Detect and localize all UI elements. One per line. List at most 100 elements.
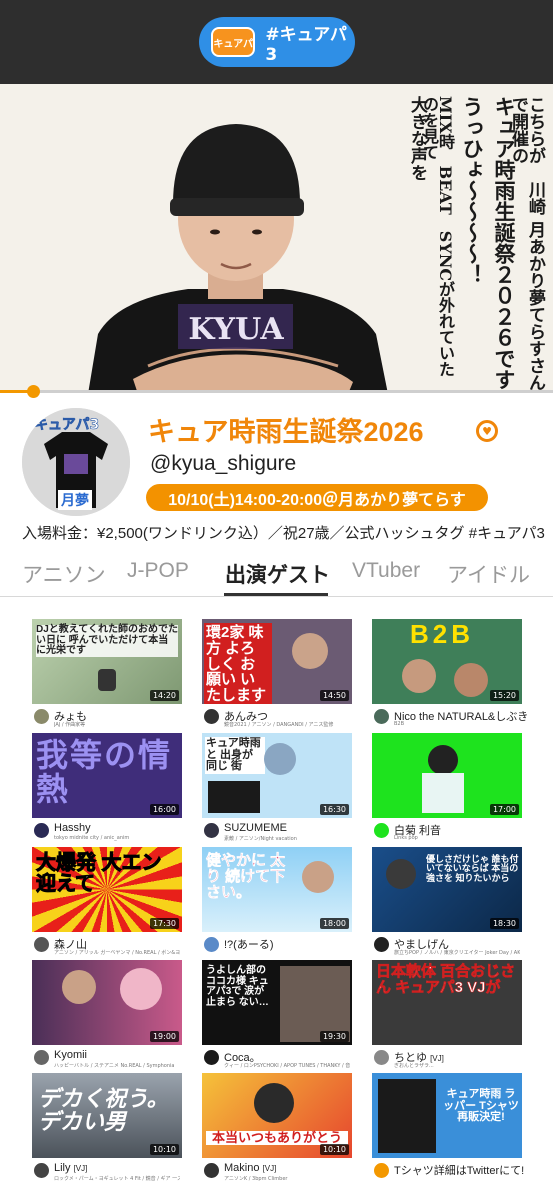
video-card[interactable]: DJと教えてくれた師のおめでたい日に 呼んでいただけて本当に光栄です 14:20… — [32, 619, 182, 730]
video-card[interactable]: 大爆発 大エン 迎えて 17:30 森ノ山 アニソン / アリッル ガーベヤンマ… — [32, 847, 182, 958]
hashtag-label: #キュアパ3 — [265, 24, 347, 65]
datetime-pill: 10/10(土)14:00-20:00＠月あかり夢てらす — [146, 484, 488, 511]
channel-subtitle: ぎおんとラザラ... — [394, 1063, 434, 1069]
channel-avatar[interactable] — [204, 823, 219, 838]
video-meta: みょも JAJ / 作曲家等 — [32, 704, 182, 730]
video-thumbnail[interactable]: 17:00 — [372, 733, 522, 818]
thumbnail-caption: デカく祝う。 デカい男 — [38, 1086, 169, 1135]
channel-name[interactable]: Lily [VJ] — [54, 1162, 87, 1174]
tab-guests[interactable]: 出演ゲスト — [225, 559, 330, 589]
thumbnail-caption: DJと教えてくれた師のおめでたい日に 呼んでいただけて本当に光栄です — [36, 624, 178, 657]
video-card[interactable]: キュア時雨 ラッパー Tシャツ 再販決定! Tシャツ詳細はTwitterにて! — [372, 1073, 524, 1184]
video-thumbnail[interactable]: 19:00 — [32, 960, 182, 1045]
video-duration: 16:00 — [149, 804, 179, 815]
tshirt-icon — [378, 1079, 436, 1153]
video-thumbnail[interactable]: B2B 15:20 — [372, 619, 522, 704]
channel-avatar[interactable] — [34, 823, 49, 838]
channel-name[interactable]: Hasshy — [54, 822, 91, 834]
shirt-print-text: KYUA — [188, 312, 284, 347]
channel-avatar[interactable] — [374, 937, 389, 952]
face — [292, 633, 328, 669]
official-hashtag-link[interactable]: #キュアパ3 — [469, 525, 545, 542]
video-duration: 10:10 — [319, 1144, 349, 1155]
tab-vtuber[interactable]: VTuber — [352, 559, 420, 583]
event-info: 入場料金：¥2,500(ワンドリンク込）／祝27歳／公式ハッシュタグ #キュアパ… — [22, 522, 545, 543]
thumbnail-caption: キュア時雨と 出身が 同じ 街 — [205, 737, 265, 774]
video-duration: 18:00 — [319, 918, 349, 929]
video-thumbnail[interactable]: キュア時雨 ラッパー Tシャツ 再販決定! — [372, 1073, 522, 1158]
thumbnail-caption: うよしん部のココカ様 キュアパ3で 涙が止まら ない… — [206, 965, 269, 1008]
figure — [98, 669, 116, 691]
channel-avatar[interactable] — [374, 823, 389, 838]
channel-avatar[interactable] — [374, 709, 389, 724]
progress-handle[interactable] — [27, 385, 41, 398]
video-meta: 白菊 利音 Links pop — [372, 818, 522, 844]
video-meta: Coca。 クィー / ロンPSYCHOKI / APOP TUNES / TH… — [202, 1045, 352, 1071]
channel-avatar[interactable] — [204, 709, 219, 724]
video-thumbnail[interactable]: 日本軟体 百合おじさん キュアパ3 VJが — [372, 960, 522, 1045]
video-card[interactable]: 環2家 味方 よろしく お願い いたします 14:50 あんみつ 鏡音2021 … — [202, 619, 352, 730]
channel-avatar[interactable] — [34, 1050, 49, 1065]
caption-line-2: キュア時雨生誕祭２０２６です — [492, 96, 517, 390]
tab-anison[interactable]: アニソン — [22, 559, 106, 589]
account-handle[interactable]: @kyua_shigure — [150, 452, 296, 476]
event-title: キュア時雨生誕祭2026 — [148, 417, 424, 447]
video-progress-bar[interactable] — [0, 385, 553, 398]
channel-avatar[interactable] — [374, 1163, 389, 1178]
video-thumbnail[interactable]: うよしん部のココカ様 キュアパ3で 涙が止まら ない… 19:30 — [202, 960, 352, 1045]
channel-name[interactable]: Tシャツ詳細はTwitterにて! — [394, 1162, 524, 1178]
channel-avatar[interactable] — [204, 1163, 219, 1178]
channel-name-text: Tシャツ詳細はTwitterにて! — [394, 1165, 525, 1177]
channel-avatar[interactable] — [204, 1050, 219, 1065]
channel-avatar[interactable] — [34, 1163, 49, 1178]
video-card[interactable]: 優しさだけじゃ 誰も付いてないならば 本当の強さを 知りたいから 18:30 や… — [372, 847, 522, 958]
channel-subtitle: アニソン / アリッル ガーベヤンマ / No.REAL / ボン&ヨセ — [54, 950, 180, 956]
video-thumbnail[interactable]: 大爆発 大エン 迎えて 17:30 — [32, 847, 182, 932]
video-duration: 19:30 — [319, 1031, 349, 1042]
video-meta: !?(あーる) — [202, 932, 352, 958]
video-thumbnail[interactable]: 優しさだけじゃ 誰も付いてないならば 本当の強さを 知りたいから 18:30 — [372, 847, 522, 932]
video-duration: 14:50 — [319, 690, 349, 701]
heart-icon[interactable]: ♥ — [476, 420, 498, 442]
channel-name[interactable]: !?(あーる) — [224, 936, 274, 952]
video-card[interactable]: 本当いつもありがとう 10:10 Makino [VJ] アニソンK / 3bp… — [202, 1073, 352, 1184]
channel-avatar[interactable] — [34, 937, 49, 952]
channel-avatar[interactable] — [34, 709, 49, 724]
thumbnail-caption: 本当いつもありがとう — [206, 1131, 348, 1145]
video-thumbnail[interactable]: 本当いつもありがとう 10:10 — [202, 1073, 352, 1158]
channel-name[interactable]: SUZUMEME — [224, 822, 287, 834]
hashtag-pill[interactable]: キュアパ #キュアパ3 — [199, 17, 355, 67]
video-card[interactable]: 健やかに 太り 続けて下さい。 18:00 !?(あーる) — [202, 847, 352, 958]
tab-jpop[interactable]: J-POP — [127, 559, 189, 583]
channel-avatar[interactable] — [204, 937, 219, 952]
video-thumbnail[interactable]: DJと教えてくれた師のおめでたい日に 呼んでいただけて本当に光栄です 14:20 — [32, 619, 182, 704]
guest-video-grid: DJと教えてくれた師のおめでたい日に 呼んでいただけて本当に光栄です 14:20… — [0, 598, 553, 1200]
video-card[interactable]: うよしん部のココカ様 キュアパ3で 涙が止まら ない… 19:30 Coca。 … — [202, 960, 352, 1071]
channel-name[interactable]: Kyomii — [54, 1049, 87, 1061]
person-photo: KYUA — [88, 124, 388, 392]
video-thumbnail[interactable]: 健やかに 太り 続けて下さい。 18:00 — [202, 847, 352, 932]
thumbnail-caption: キュア時雨 ラッパー Tシャツ 再販決定! — [443, 1088, 519, 1124]
channel-subtitle: 鏡音2021 / アニソン / DANGANDI / アニス監修 — [224, 722, 334, 728]
video-card[interactable]: 19:00 Kyomii ハッピーバトル / ステアニメ No.REAL / S… — [32, 960, 182, 1071]
channel-avatar[interactable] — [374, 1050, 389, 1065]
video-card[interactable]: 我等の情熱 16:00 Hasshy tokyo midnite city / … — [32, 733, 182, 844]
profile-avatar[interactable]: キュアパ3 月夢 — [22, 408, 130, 516]
channel-name[interactable]: Makino [VJ] — [224, 1162, 276, 1174]
channel-subtitle: tokyo midnite city / anic_anim — [54, 835, 130, 841]
video-thumbnail[interactable]: 我等の情熱 16:00 — [32, 733, 182, 818]
tab-idol[interactable]: アイドル — [447, 559, 530, 589]
video-card[interactable]: 日本軟体 百合おじさん キュアパ3 VJが ちとゆ [VJ] ぎおんとラザラ..… — [372, 960, 522, 1071]
video-meta: 森ノ山 アニソン / アリッル ガーベヤンマ / No.REAL / ボン&ヨセ — [32, 932, 182, 958]
video-thumbnail[interactable]: デカく祝う。 デカい男 10:10 — [32, 1073, 182, 1158]
caption-line-3: うっひょ～～～～！ — [460, 96, 485, 285]
video-card[interactable]: B2B 15:20 Nico the NATURAL&しぶき B2B — [372, 619, 528, 730]
video-card[interactable]: 17:00 白菊 利音 Links pop — [372, 733, 522, 844]
figure-head — [428, 745, 458, 775]
video-thumbnail[interactable]: キュア時雨と 出身が 同じ 街 16:30 — [202, 733, 352, 818]
video-card[interactable]: デカく祝う。 デカい男 10:10 Lily [VJ] ロックメ・パーム・ヨギュ… — [32, 1073, 182, 1184]
video-thumbnail[interactable]: 環2家 味方 よろしく お願い いたします 14:50 — [202, 619, 352, 704]
video-card[interactable]: キュア時雨と 出身が 同じ 街 16:30 SUZUMEME 素敵 / アニソン… — [202, 733, 352, 844]
thumbnail-caption: 大爆発 大エン 迎えて — [36, 852, 163, 895]
video-duration: 16:30 — [319, 804, 349, 815]
